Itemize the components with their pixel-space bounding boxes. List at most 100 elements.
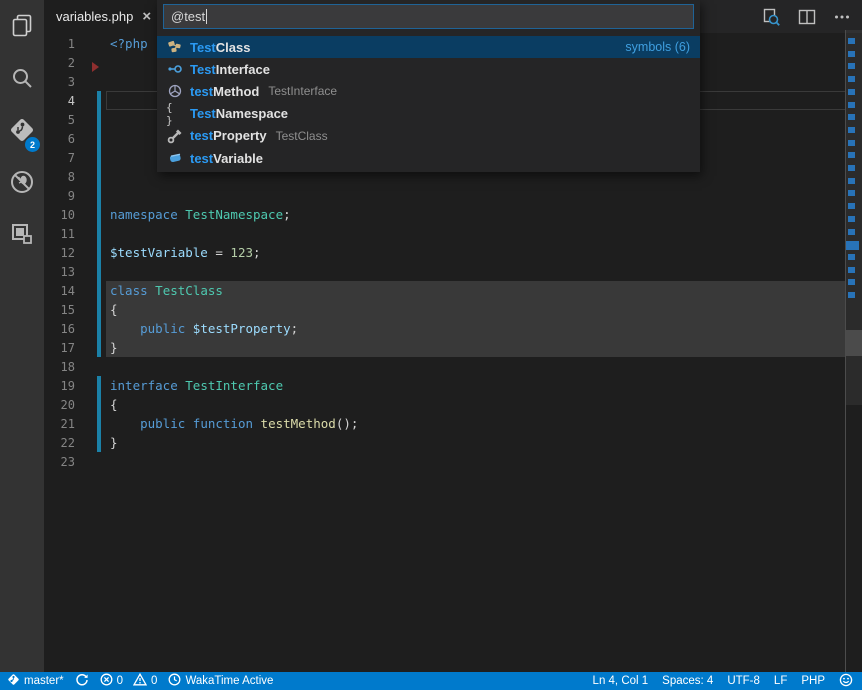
activity-source-control[interactable]: 2 xyxy=(0,108,44,156)
interface-icon xyxy=(166,61,183,77)
line-number: 13 xyxy=(44,263,75,282)
status-language-mode[interactable]: PHP xyxy=(801,672,825,690)
status-indentation[interactable]: Spaces: 4 xyxy=(662,672,713,690)
tab-variables-php[interactable]: variables.php × xyxy=(44,0,160,33)
sync-icon xyxy=(75,673,89,690)
warning-count: 0 xyxy=(151,675,157,687)
text-cursor xyxy=(206,9,207,24)
symbol-item-testmethod[interactable]: testMethod TestInterface xyxy=(157,80,700,102)
code-line[interactable]: 12$testVariable = 123; xyxy=(44,243,845,262)
results-count-badge: symbols (6) xyxy=(625,40,690,54)
code-line[interactable]: 19interface TestInterface xyxy=(44,376,845,395)
open-changes-icon[interactable] xyxy=(756,5,786,29)
line-number: 14 xyxy=(44,282,75,301)
code-line[interactable]: 17} xyxy=(44,338,845,357)
line-number: 21 xyxy=(44,415,75,434)
symbol-item-testclass[interactable]: TestClass symbols (6) xyxy=(157,36,700,58)
quick-open-query: @test xyxy=(171,9,205,24)
status-cursor-position[interactable]: Ln 4, Col 1 xyxy=(593,672,649,690)
status-problems[interactable]: 0 0 xyxy=(100,672,158,690)
warning-icon xyxy=(133,673,147,689)
code-line[interactable]: 11 xyxy=(44,224,845,243)
vscode-window: 2 xyxy=(0,0,862,690)
class-icon xyxy=(166,39,183,55)
code-line[interactable]: 21 public function testMethod(); xyxy=(44,414,845,433)
line-number: 19 xyxy=(44,377,75,396)
line-number: 3 xyxy=(44,73,75,92)
variable-icon xyxy=(166,150,183,166)
code-line[interactable]: 14class TestClass xyxy=(44,281,845,300)
activity-search[interactable] xyxy=(0,56,44,104)
symbol-detail: TestInterface xyxy=(268,84,337,98)
git-branch-icon xyxy=(7,673,20,689)
line-number: 15 xyxy=(44,301,75,320)
extensions-icon xyxy=(8,220,36,253)
status-wakatime[interactable]: WakaTime Active xyxy=(168,672,273,690)
code-line[interactable]: 23 xyxy=(44,452,845,471)
tab-title: variables.php xyxy=(56,9,133,24)
line-number: 6 xyxy=(44,130,75,149)
status-feedback[interactable] xyxy=(839,672,853,690)
editor-actions xyxy=(756,0,856,33)
line-number: 20 xyxy=(44,396,75,415)
debug-icon xyxy=(8,168,36,201)
code-line[interactable]: 13 xyxy=(44,262,845,281)
branch-label: master* xyxy=(24,675,64,687)
symbol-item-testinterface[interactable]: TestInterface xyxy=(157,58,700,80)
line-number: 10 xyxy=(44,206,75,225)
wakatime-label: WakaTime Active xyxy=(185,675,273,687)
line-number: 1 xyxy=(44,35,75,54)
search-icon xyxy=(9,65,35,96)
editor-group: variables.php × xyxy=(44,0,862,672)
line-number: 22 xyxy=(44,434,75,453)
code-line[interactable]: 16 public $testProperty; xyxy=(44,319,845,338)
symbol-detail: TestClass xyxy=(276,129,328,143)
activity-extensions[interactable] xyxy=(0,212,44,260)
symbol-label: testVariable xyxy=(190,151,263,166)
split-editor-icon[interactable] xyxy=(792,5,822,29)
status-branch[interactable]: master* xyxy=(7,672,64,690)
quick-open-input[interactable]: @test xyxy=(163,4,694,29)
line-number: 17 xyxy=(44,339,75,358)
symbol-label: TestInterface xyxy=(190,62,270,77)
line-number: 5 xyxy=(44,111,75,130)
symbol-label: TestClass xyxy=(190,40,250,55)
code-line[interactable]: 22} xyxy=(44,433,845,452)
namespace-icon: { } xyxy=(166,101,183,127)
line-number: 2 xyxy=(44,54,75,73)
status-bar: master* 0 xyxy=(0,672,862,690)
activity-bar: 2 xyxy=(0,0,44,672)
code-line[interactable]: 20{ xyxy=(44,395,845,414)
code-line[interactable]: 10namespace TestNamespace; xyxy=(44,205,845,224)
activity-explorer[interactable] xyxy=(0,4,44,52)
activity-debug[interactable] xyxy=(0,160,44,208)
property-icon xyxy=(166,128,183,144)
error-icon xyxy=(100,673,113,689)
quick-open-widget: @test TestClass symbols (6) xyxy=(157,0,700,172)
status-sync[interactable] xyxy=(75,672,89,690)
code-line[interactable]: 9 xyxy=(44,186,845,205)
scm-badge: 2 xyxy=(25,137,40,152)
close-icon[interactable]: × xyxy=(142,8,151,25)
status-encoding[interactable]: UTF-8 xyxy=(727,672,760,690)
code-line[interactable]: 15{ xyxy=(44,300,845,319)
line-number: 4 xyxy=(44,92,75,111)
smiley-icon xyxy=(839,673,853,690)
line-number: 7 xyxy=(44,149,75,168)
symbol-item-testnamespace[interactable]: { } TestNamespace xyxy=(157,103,700,125)
clock-icon xyxy=(168,673,181,689)
more-actions-icon[interactable] xyxy=(828,6,856,28)
line-number: 12 xyxy=(44,244,75,263)
code-line[interactable]: 18 xyxy=(44,357,845,376)
symbol-item-testvariable[interactable]: testVariable xyxy=(157,147,700,169)
line-number: 9 xyxy=(44,187,75,206)
files-icon xyxy=(9,13,35,44)
symbol-label: testProperty xyxy=(190,128,267,143)
status-eol[interactable]: LF xyxy=(774,672,787,690)
quick-open-input-row: @test xyxy=(157,0,700,33)
overview-ruler[interactable] xyxy=(845,30,862,672)
line-number: 11 xyxy=(44,225,75,244)
symbol-item-testproperty[interactable]: testProperty TestClass xyxy=(157,125,700,147)
method-icon xyxy=(166,83,183,99)
symbol-list: TestClass symbols (6) TestInterface xyxy=(157,33,700,172)
